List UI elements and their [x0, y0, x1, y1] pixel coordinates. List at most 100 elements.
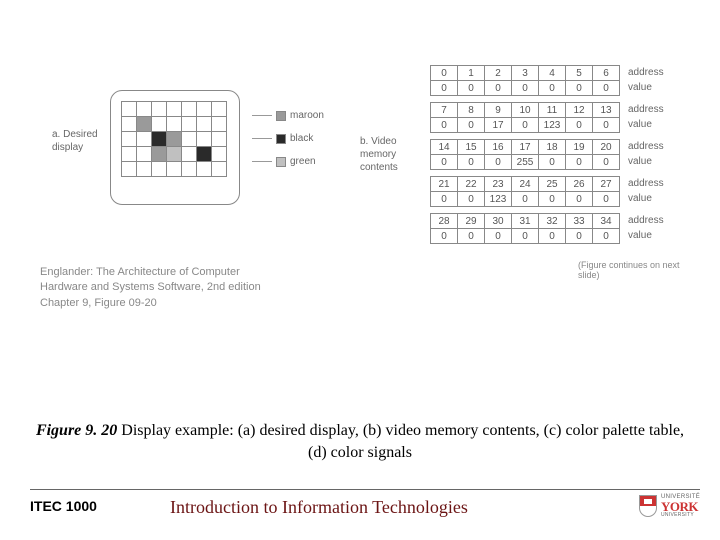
addr-cell: 30: [485, 214, 512, 229]
citation: Englander: The Architecture of Computer …: [40, 265, 261, 311]
value-label: value: [628, 191, 664, 206]
addr-cell: 0: [431, 66, 458, 81]
addr-cell: 31: [512, 214, 539, 229]
memory-table: 01234560000000: [430, 65, 620, 96]
addr-cell: 8: [458, 103, 485, 118]
memory-side-labels: addressvalue: [628, 102, 664, 132]
memory-row: 01234560000000 addressvalue: [430, 65, 664, 96]
memory-row: 14151617181920000255000 addressvalue: [430, 139, 664, 170]
caption-text: Display example: (a) desired display, (b…: [117, 422, 684, 461]
value-cell: 0: [458, 155, 485, 170]
value-cell: 0: [566, 81, 593, 96]
value-label: value: [628, 154, 664, 169]
addr-cell: 29: [458, 214, 485, 229]
addr-cell: 6: [593, 66, 620, 81]
value-cell: 0: [458, 118, 485, 133]
legend-maroon: maroon: [252, 110, 324, 121]
value-cell: 0: [512, 229, 539, 244]
memory-side-labels: addressvalue: [628, 139, 664, 169]
addr-cell: 24: [512, 177, 539, 192]
addr-cell: 28: [431, 214, 458, 229]
memory-tables: 01234560000000addressvalue78910111213001…: [430, 65, 664, 250]
addr-cell: 10: [512, 103, 539, 118]
york-logo: UNIVERSITÉ YORK UNIVERSITY: [639, 494, 700, 518]
citation-line: Chapter 9, Figure 09-20: [40, 296, 261, 311]
addr-cell: 27: [593, 177, 620, 192]
value-cell: 0: [566, 155, 593, 170]
addr-label: address: [628, 139, 664, 154]
value-cell: 0: [431, 81, 458, 96]
addr-cell: 2: [485, 66, 512, 81]
addr-cell: 16: [485, 140, 512, 155]
addr-cell: 12: [566, 103, 593, 118]
value-cell: 0: [566, 229, 593, 244]
addr-cell: 26: [566, 177, 593, 192]
memory-side-labels: addressvalue: [628, 65, 664, 95]
value-cell: 0: [539, 155, 566, 170]
legend-label: green: [290, 156, 316, 167]
figure-number: Figure 9. 20: [36, 422, 117, 439]
footer: ITEC 1000 Introduction to Information Te…: [30, 489, 700, 518]
addr-cell: 11: [539, 103, 566, 118]
value-cell: 123: [539, 118, 566, 133]
addr-cell: 17: [512, 140, 539, 155]
value-cell: 17: [485, 118, 512, 133]
addr-cell: 18: [539, 140, 566, 155]
crest-icon: [639, 495, 657, 517]
addr-cell: 21: [431, 177, 458, 192]
memory-row: 789101112130017012300addressvalue: [430, 102, 664, 133]
addr-cell: 13: [593, 103, 620, 118]
value-cell: 0: [566, 118, 593, 133]
citation-line: Hardware and Systems Software, 2nd editi…: [40, 280, 261, 295]
value-label: value: [628, 80, 664, 95]
memory-row: 282930313233340000000 addressvalue: [430, 213, 664, 244]
addr-label: address: [628, 102, 664, 117]
value-cell: 0: [539, 81, 566, 96]
memory-row: 21222324252627001230000 addressvalue: [430, 176, 664, 207]
value-cell: 0: [593, 192, 620, 207]
value-cell: 0: [593, 229, 620, 244]
addr-cell: 20: [593, 140, 620, 155]
course-title: Introduction to Information Technologies: [170, 497, 639, 518]
continues-note: (Figure continues on next slide): [578, 260, 700, 280]
addr-cell: 3: [512, 66, 539, 81]
value-cell: 0: [431, 155, 458, 170]
course-code: ITEC 1000: [30, 498, 170, 514]
memory-table: 21222324252627001230000: [430, 176, 620, 207]
value-cell: 0: [566, 192, 593, 207]
memory-table: 282930313233340000000: [430, 213, 620, 244]
addr-cell: 25: [539, 177, 566, 192]
legend-green: green: [252, 156, 324, 167]
logo-sub: UNIVERSITY: [661, 513, 700, 518]
addr-cell: 22: [458, 177, 485, 192]
value-label: value: [628, 228, 664, 243]
addr-cell: 1: [458, 66, 485, 81]
value-cell: 0: [485, 155, 512, 170]
legend: maroon black green: [252, 110, 324, 179]
value-cell: 0: [539, 229, 566, 244]
legend-label: black: [290, 133, 313, 144]
addr-cell: 7: [431, 103, 458, 118]
value-cell: 0: [458, 229, 485, 244]
addr-cell: 23: [485, 177, 512, 192]
value-cell: 0: [485, 81, 512, 96]
addr-cell: 34: [593, 214, 620, 229]
memory-table: 14151617181920000255000: [430, 139, 620, 170]
value-cell: 0: [512, 81, 539, 96]
value-cell: 0: [458, 81, 485, 96]
addr-cell: 15: [458, 140, 485, 155]
addr-label: address: [628, 213, 664, 228]
figure-caption: Figure 9. 20 Display example: (a) desire…: [0, 420, 720, 463]
addr-label: address: [628, 65, 664, 80]
addr-cell: 5: [566, 66, 593, 81]
addr-cell: 19: [566, 140, 593, 155]
memory-side-labels: addressvalue: [628, 176, 664, 206]
addr-cell: 14: [431, 140, 458, 155]
panel-a-label: a. Desired display: [52, 128, 112, 154]
value-cell: 0: [431, 118, 458, 133]
value-cell: 0: [431, 192, 458, 207]
value-cell: 0: [593, 81, 620, 96]
value-cell: 0: [458, 192, 485, 207]
value-cell: 0: [593, 118, 620, 133]
value-cell: 255: [512, 155, 539, 170]
